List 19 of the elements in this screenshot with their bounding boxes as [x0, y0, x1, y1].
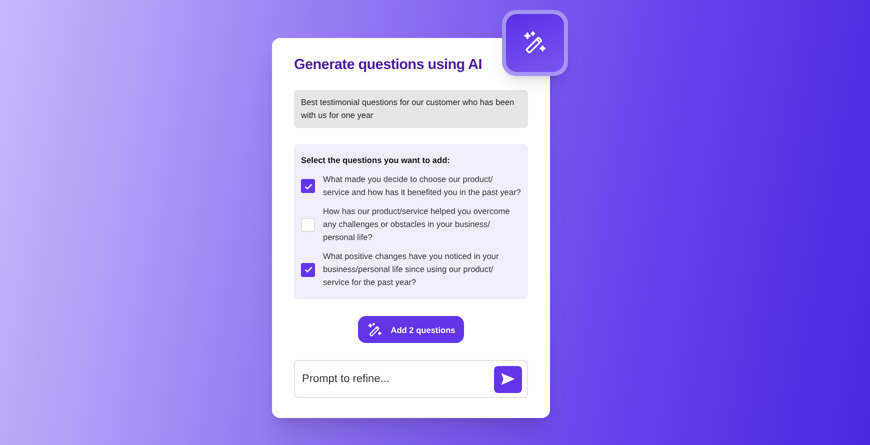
add-questions-button[interactable]: Add 2 questions [358, 316, 464, 344]
checkbox[interactable] [301, 179, 315, 194]
send-button[interactable] [494, 366, 522, 393]
prompt-text: Best testimonial questions for our customer who has been with us for one year [294, 90, 528, 128]
selection-heading: Select the questions you want to add: [301, 154, 451, 166]
checkbox[interactable] [301, 262, 315, 277]
question-text: What positive changes have you noticed in your business/personal life since using our product/ service for the past year? [323, 250, 500, 290]
wand-icon [366, 322, 383, 338]
check-icon [304, 265, 312, 274]
question-text: What made you decide to choose our product/ service and how has it benefited you in the past year? [323, 173, 521, 200]
send-icon [500, 371, 516, 388]
magic-wand-badge[interactable] [502, 10, 568, 76]
refine-field-box[interactable]: Prompt to refine... [294, 360, 528, 398]
wand-icon [522, 30, 548, 56]
question-text: How has our product/service helped you overcome any challenges or obstacles in your business/ personal life? [323, 205, 511, 244]
checkbox[interactable] [301, 218, 315, 232]
check-icon [304, 182, 312, 191]
refine-field[interactable]: Prompt to refine... [302, 371, 494, 388]
card-title: Generate questions using AI [294, 56, 483, 73]
